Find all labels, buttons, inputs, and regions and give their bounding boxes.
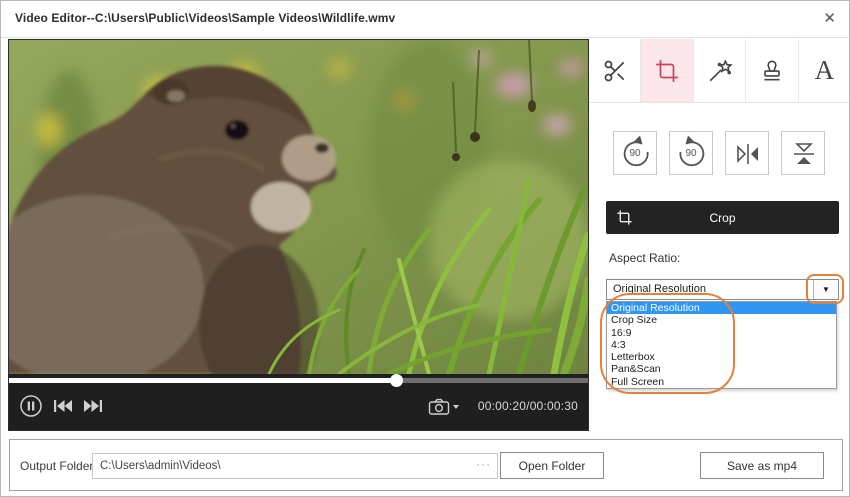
close-icon[interactable]: ✕ bbox=[823, 10, 836, 28]
rotate-right-button[interactable]: 90 bbox=[669, 131, 713, 175]
flip-vertical-button[interactable] bbox=[781, 131, 825, 175]
tab-text[interactable]: A bbox=[799, 39, 850, 102]
flip-horizontal-icon bbox=[726, 132, 770, 176]
tab-effects[interactable] bbox=[694, 39, 746, 102]
tab-crop[interactable] bbox=[641, 39, 693, 102]
aspect-ratio-label: Aspect Ratio: bbox=[609, 251, 680, 265]
pause-button[interactable] bbox=[19, 394, 43, 418]
scissors-icon bbox=[602, 58, 628, 84]
aspect-ratio-select[interactable]: Original Resolution ▼ bbox=[606, 279, 839, 300]
option-letterbox[interactable]: Letterbox bbox=[607, 351, 836, 363]
text-icon: A bbox=[815, 55, 835, 86]
tool-tabs: A bbox=[589, 39, 850, 103]
output-folder-label: Output Folder : bbox=[20, 459, 100, 473]
crop-button[interactable]: Crop bbox=[606, 201, 839, 234]
player-bar: 00:00:20/00:00:30 bbox=[9, 374, 588, 430]
open-folder-button[interactable]: Open Folder bbox=[500, 452, 604, 479]
tab-watermark[interactable] bbox=[746, 39, 798, 102]
flip-vertical-icon bbox=[782, 132, 826, 176]
time-display: 00:00:20/00:00:30 bbox=[478, 399, 578, 413]
skip-back-icon[interactable] bbox=[53, 399, 73, 413]
flip-horizontal-button[interactable] bbox=[725, 131, 769, 175]
option-full-screen[interactable]: Full Screen bbox=[607, 376, 836, 388]
transform-buttons-row: 90 90 bbox=[589, 131, 850, 177]
video-editor-window: Video Editor--C:\Users\Public\Videos\Sam… bbox=[0, 0, 850, 497]
stamp-icon bbox=[759, 58, 785, 84]
title-bar: Video Editor--C:\Users\Public\Videos\Sam… bbox=[1, 1, 849, 38]
option-4-3[interactable]: 4:3 bbox=[607, 339, 836, 351]
edit-side-panel: A 90 90 bbox=[589, 39, 850, 431]
progress-fill bbox=[9, 378, 397, 383]
video-preview-area: 00:00:20/00:00:30 bbox=[8, 39, 589, 431]
option-16-9[interactable]: 16:9 bbox=[607, 327, 836, 339]
crop-icon bbox=[654, 58, 680, 84]
skip-forward-icon[interactable] bbox=[83, 399, 103, 413]
save-as-mp4-button[interactable]: Save as mp4 bbox=[700, 452, 824, 479]
option-pan-scan[interactable]: Pan&Scan bbox=[607, 363, 836, 375]
tab-trim[interactable] bbox=[589, 39, 641, 102]
option-original-resolution[interactable]: Original Resolution bbox=[607, 302, 836, 314]
seek-thumb[interactable] bbox=[390, 374, 403, 387]
crop-button-label: Crop bbox=[606, 201, 839, 234]
output-footer: Output Folder : ··· Open Folder Save as … bbox=[9, 439, 843, 491]
browse-ellipsis-button[interactable]: ··· bbox=[476, 457, 491, 471]
magic-wand-icon bbox=[707, 58, 733, 84]
aspect-ratio-dropdown-list: Original Resolution Crop Size 16:9 4:3 L… bbox=[606, 301, 837, 389]
seek-bar[interactable] bbox=[9, 378, 588, 383]
output-path-input[interactable] bbox=[92, 453, 498, 479]
rotate-left-button[interactable]: 90 bbox=[613, 131, 657, 175]
option-crop-size[interactable]: Crop Size bbox=[607, 314, 836, 326]
snapshot-camera-icon[interactable] bbox=[428, 398, 460, 415]
aspect-ratio-value: Original Resolution bbox=[613, 283, 706, 295]
window-title: Video Editor--C:\Users\Public\Videos\Sam… bbox=[15, 11, 395, 25]
dropdown-arrow-button[interactable]: ▼ bbox=[813, 280, 838, 299]
video-frame-marmot-scene bbox=[9, 40, 588, 374]
